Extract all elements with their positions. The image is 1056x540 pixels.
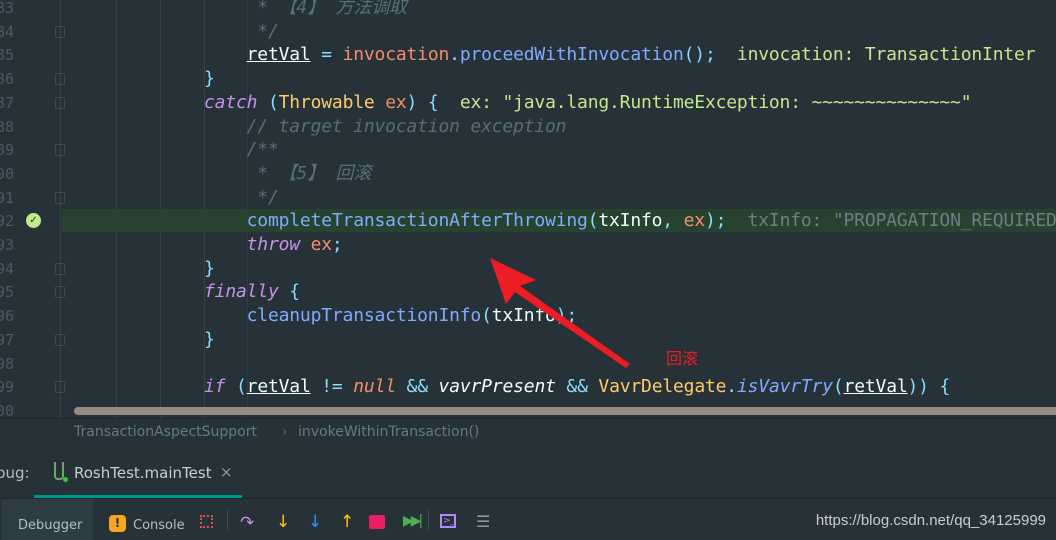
breadcrumb-class[interactable]: TransactionAspectSupport — [74, 424, 257, 440]
step-out-icon[interactable]: ↑ — [340, 512, 354, 532]
restore-layout-icon[interactable] — [200, 515, 213, 528]
annotation-layer — [490, 258, 630, 368]
close-icon[interactable]: × — [220, 463, 233, 481]
drop-frame-icon[interactable] — [369, 515, 385, 529]
breadcrumb-method[interactable]: invokeWithinTransaction() — [298, 424, 479, 440]
debug-label: bug: — [0, 464, 30, 482]
step-into-icon[interactable]: ↓ — [276, 512, 290, 532]
tab-console[interactable]: ! Console — [108, 499, 188, 540]
tab-roshtest-maintest[interactable]: RoshTest.mainTest × — [34, 448, 242, 498]
divider — [227, 509, 228, 531]
running-dot-icon — [63, 477, 68, 482]
evaluate-expression-icon[interactable]: >_ — [440, 514, 456, 528]
red-arrow — [490, 258, 630, 368]
warning-icon: ! — [109, 515, 126, 532]
debugger-label: Debugger — [18, 518, 83, 533]
debug-toolbar: Debugger ! Console ↷ ↓ ↓ ↑ ▶▶| >_ ☰ http… — [0, 499, 1056, 540]
watermark: https://blog.csdn.net/qq_34125999 — [815, 512, 1046, 529]
step-over-icon[interactable]: ↷ — [240, 513, 254, 533]
tab-label: RoshTest.mainTest — [74, 464, 212, 482]
debug-tool-window-header: bug: RoshTest.mainTest × — [0, 448, 1056, 499]
run-to-cursor-icon[interactable]: ▶▶| — [403, 513, 423, 529]
breadcrumb: TransactionAspectSupport › invokeWithinT… — [0, 418, 1056, 449]
active-tab-underline — [34, 495, 242, 498]
annotation-label: 回滚 — [666, 349, 699, 368]
divider — [428, 509, 429, 531]
breadcrumb-separator: › — [282, 424, 288, 440]
console-label: Console — [133, 518, 185, 533]
trace-icon[interactable]: ☰ — [476, 512, 490, 531]
tab-debugger[interactable]: Debugger — [2, 499, 93, 540]
force-step-into-icon[interactable]: ↓ — [308, 512, 322, 532]
